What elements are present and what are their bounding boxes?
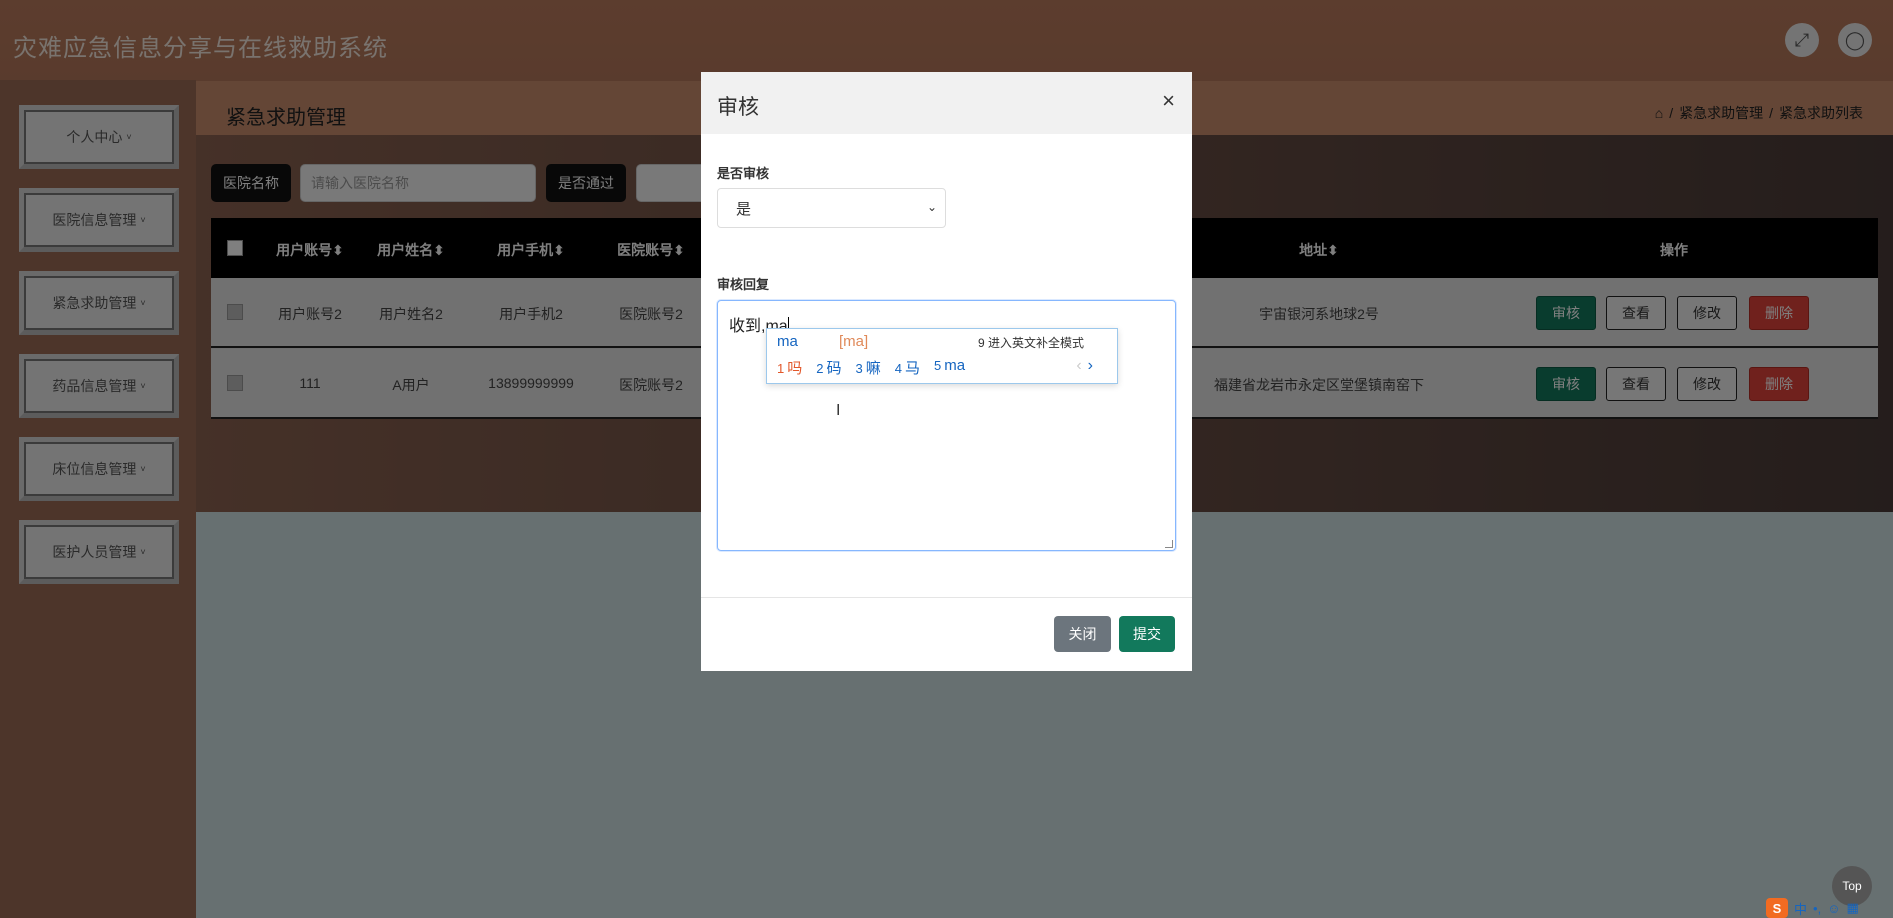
resize-handle-icon[interactable] bbox=[1165, 540, 1173, 548]
modal-title: 审核 bbox=[717, 96, 759, 119]
ime-mode-indicator[interactable]: 中 bbox=[1794, 899, 1807, 918]
i-beam-cursor-icon: I bbox=[836, 402, 841, 419]
emoji-icon[interactable]: ☺ bbox=[1827, 901, 1840, 916]
punctuation-icon[interactable]: •, bbox=[1813, 901, 1821, 916]
audit-status-label: 是否审核 bbox=[717, 166, 770, 181]
ime-next-icon[interactable]: › bbox=[1088, 357, 1093, 374]
ime-prev-icon[interactable]: ‹ bbox=[1076, 357, 1081, 374]
ime-candidate-list: 1吗 2码 3嘛 4马 5 ma bbox=[777, 357, 965, 378]
ime-candidate[interactable]: 4马 bbox=[895, 357, 920, 378]
ime-composition: ma bbox=[777, 333, 798, 350]
submit-button[interactable]: 提交 bbox=[1119, 616, 1175, 652]
audit-status-value: 是 bbox=[736, 200, 752, 218]
close-icon[interactable]: × bbox=[1162, 88, 1175, 114]
audit-status-select[interactable]: 是 ⌄ bbox=[717, 188, 946, 228]
ime-candidate[interactable]: 3嘛 bbox=[856, 357, 881, 378]
modal-header: 审核 × bbox=[701, 72, 1192, 134]
ime-tray: S 中 •, ☺ ▦ bbox=[1766, 898, 1859, 918]
ime-pinyin: [ma] bbox=[839, 333, 869, 350]
sogou-logo-icon[interactable]: S bbox=[1766, 898, 1788, 918]
modal-footer: 关闭 提交 bbox=[701, 597, 1192, 671]
ime-page-nav: ‹ › bbox=[1076, 357, 1093, 375]
ime-candidate[interactable]: 1吗 bbox=[777, 357, 802, 378]
ime-candidate[interactable]: 2码 bbox=[816, 357, 841, 378]
ime-candidate[interactable]: 5 ma bbox=[934, 357, 965, 378]
ime-candidate-popup: ma [ma] 9 进入英文补全模式 1吗 2码 3嘛 4马 5 ma ‹ › bbox=[766, 328, 1118, 384]
chevron-down-icon: ⌄ bbox=[926, 200, 937, 214]
keyboard-icon[interactable]: ▦ bbox=[1846, 900, 1858, 916]
close-button[interactable]: 关闭 bbox=[1054, 616, 1111, 652]
audit-reply-label: 审核回复 bbox=[717, 277, 770, 292]
ime-english-hint[interactable]: 9 进入英文补全模式 bbox=[978, 334, 1084, 351]
